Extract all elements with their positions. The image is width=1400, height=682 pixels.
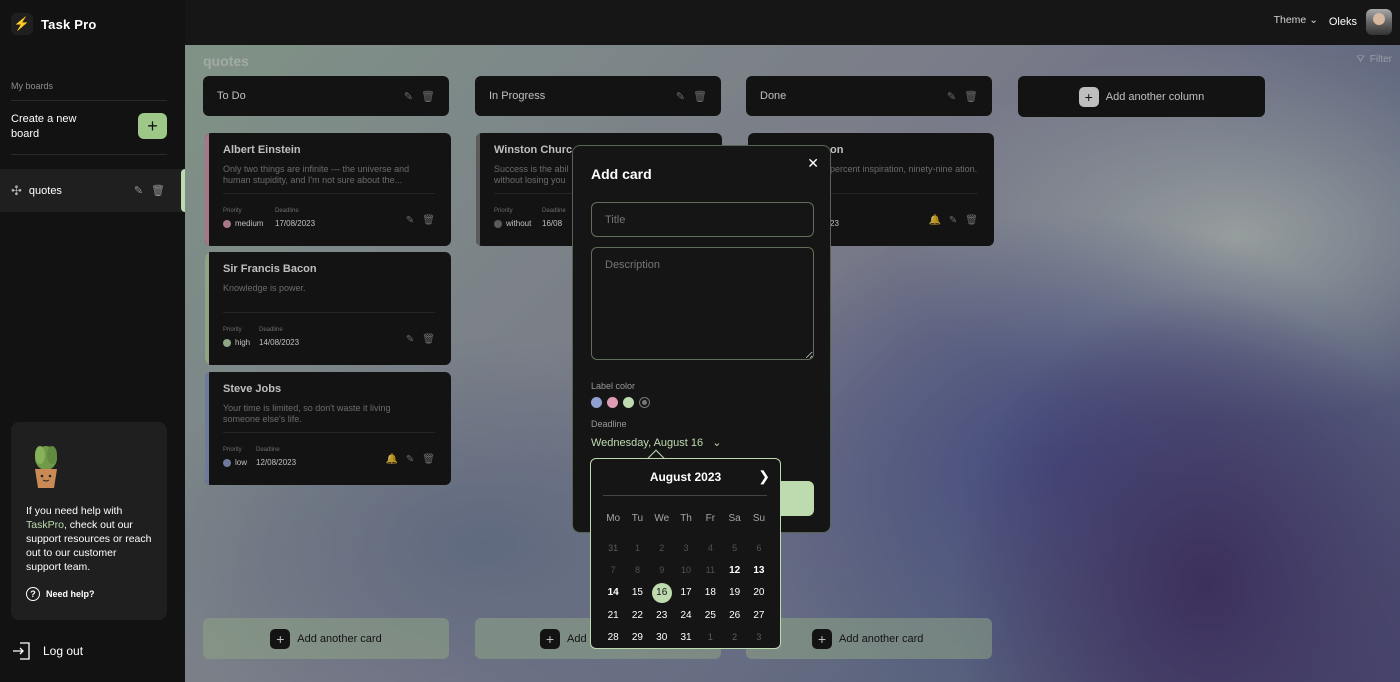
calendar-day: 11 — [705, 565, 715, 576]
calendar-month: August 2023 — [649, 470, 722, 484]
cactus-icon — [35, 446, 57, 488]
calendar-popup: August 2023 ❯ Mo Tu We Th Fr Sa Su 31 1 … — [590, 458, 781, 649]
color-option-pink[interactable] — [607, 397, 618, 408]
create-board-label: Create a new board — [11, 113, 77, 140]
app-logo[interactable]: ⚡ Task Pro — [11, 13, 97, 35]
calendar-day[interactable]: 23 — [650, 604, 674, 626]
weekday-label: We — [654, 512, 670, 524]
weekday-label: Th — [680, 512, 692, 524]
help-box: If you need help with TaskPro, check out… — [11, 422, 167, 620]
calendar-day: 4 — [707, 543, 713, 554]
divider — [11, 100, 167, 101]
deadline-label: Deadline — [591, 419, 627, 429]
calendar-day: 8 — [634, 565, 640, 576]
help-text-part: If you need help with — [26, 505, 123, 517]
avatar[interactable] — [1366, 9, 1392, 35]
calendar-day[interactable]: 31 — [674, 626, 698, 648]
calendar-day[interactable]: 29 — [625, 626, 649, 648]
calendar-day[interactable]: 18 — [698, 582, 722, 604]
calendar-day[interactable]: 28 — [601, 626, 625, 648]
header: Theme ⌄ Oleks — [185, 0, 1400, 45]
logout-button[interactable]: Log out — [11, 640, 83, 662]
calendar-day[interactable]: 2 — [722, 626, 746, 648]
user-info[interactable]: Oleks — [1329, 9, 1392, 35]
create-board: Create a new board + — [11, 111, 167, 143]
logout-icon — [13, 642, 30, 660]
calendar-grid: Mo Tu We Th Fr Sa Su 31 1 2 3 4 5 6 7 8 … — [601, 507, 771, 648]
question-icon: ? — [26, 587, 40, 601]
modal-title: Add card — [591, 166, 652, 182]
calendar-day[interactable]: 14 — [601, 582, 625, 604]
color-option-blue[interactable] — [591, 397, 602, 408]
calendar-day: 2 — [659, 543, 665, 554]
calendar-day[interactable]: 1 — [698, 626, 722, 648]
calendar-day[interactable]: 12 — [722, 559, 746, 581]
weekday-label: Fr — [705, 512, 716, 524]
calendar-day[interactable]: 22 — [625, 604, 649, 626]
calendar-day[interactable]: 26 — [722, 604, 746, 626]
divider — [11, 154, 167, 155]
calendar-day[interactable]: 19 — [722, 582, 746, 604]
deadline-picker[interactable]: Wednesday, August 16 ⌄ — [591, 436, 721, 449]
need-help-label: Need help? — [46, 589, 95, 599]
calendar-day: 7 — [610, 565, 616, 576]
help-brand-link[interactable]: TaskPro — [26, 519, 64, 531]
calendar-day-selected[interactable]: 16 — [650, 582, 674, 604]
label-color-options — [591, 397, 650, 408]
divider — [603, 495, 767, 496]
calendar-day[interactable]: 30 — [650, 626, 674, 648]
calendar-day: 3 — [683, 543, 689, 554]
calendar-day: 1 — [634, 543, 640, 554]
weekday-label: Tu — [631, 512, 644, 524]
calendar-day[interactable]: 20 — [747, 582, 771, 604]
label-color-label: Label color — [591, 381, 636, 391]
sidebar: ⚡ Task Pro My boards Create a new board … — [0, 0, 185, 682]
calendar-day: 6 — [756, 543, 762, 554]
plus-icon: + — [147, 115, 158, 136]
help-text: If you need help with TaskPro, check out… — [26, 504, 154, 574]
calendar-day: 5 — [732, 543, 738, 554]
calendar-day[interactable]: 13 — [747, 559, 771, 581]
create-board-button[interactable]: + — [138, 113, 167, 139]
calendar-day: 10 — [681, 565, 692, 576]
weekday-label: Sa — [728, 512, 741, 524]
color-option-gray[interactable] — [640, 398, 649, 407]
board-name: quotes — [28, 184, 62, 197]
theme-selector[interactable]: Theme ⌄ — [1274, 14, 1318, 26]
selected-day-label: 16 — [651, 582, 672, 603]
puzzle-icon: ✣ — [11, 182, 22, 198]
logout-label: Log out — [43, 644, 84, 658]
app-name: Task Pro — [41, 16, 97, 32]
lightning-icon: ⚡ — [11, 13, 33, 35]
calendar-day[interactable]: 15 — [625, 582, 649, 604]
title-input[interactable] — [591, 202, 814, 237]
calendar-day[interactable]: 31 — [601, 537, 625, 559]
edit-icon[interactable]: ✎ — [134, 184, 143, 197]
deadline-value: Wednesday, August 16 — [591, 437, 704, 449]
need-help-link[interactable]: ? Need help? — [26, 587, 95, 601]
description-input[interactable] — [591, 247, 814, 360]
chevron-down-icon: ⌄ — [712, 437, 722, 449]
calendar-day[interactable]: 17 — [674, 582, 698, 604]
weekday-label: Mo — [606, 512, 621, 524]
user-name: Oleks — [1328, 16, 1357, 28]
weekday-label: Su — [752, 512, 766, 524]
sidebar-item-quotes[interactable]: ✣ quotes ✎ 🗑 — [0, 169, 185, 212]
my-boards-label: My boards — [11, 81, 54, 91]
calendar-day[interactable]: 21 — [601, 604, 625, 626]
calendar-day[interactable]: 24 — [674, 604, 698, 626]
chevron-right-icon[interactable]: ❯ — [758, 468, 770, 485]
chevron-down-icon: ⌄ — [1309, 14, 1318, 26]
calendar-day[interactable]: 25 — [698, 604, 722, 626]
calendar-day: 9 — [659, 565, 665, 576]
calendar-day[interactable]: 27 — [747, 604, 771, 626]
close-icon[interactable]: ✕ — [807, 155, 819, 172]
theme-label: Theme — [1273, 14, 1307, 26]
trash-icon[interactable]: 🗑 — [151, 184, 165, 197]
color-option-green[interactable] — [623, 397, 634, 408]
calendar-day[interactable]: 3 — [747, 626, 771, 648]
